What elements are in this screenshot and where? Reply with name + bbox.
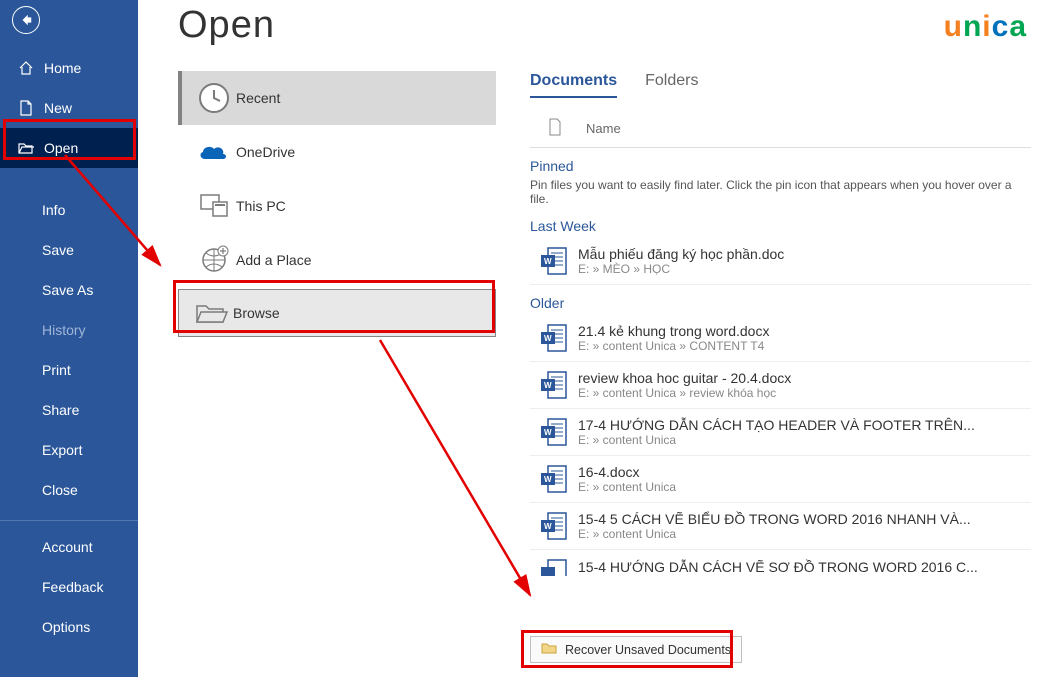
browse-folder-icon — [189, 300, 233, 326]
file-row[interactable]: 15-4 HƯỚNG DẪN CÁCH VẼ SƠ ĐỒ TRONG WORD … — [530, 550, 1031, 584]
file-row[interactable]: W 16-4.docxE: » content Unica — [530, 456, 1031, 503]
doc-icon — [548, 118, 562, 139]
back-arrow-icon — [19, 13, 33, 27]
location-label: This PC — [236, 198, 286, 214]
sidebar-item-print[interactable]: Print — [0, 350, 138, 390]
file-path: E: » content Unica » CONTENT T4 — [578, 339, 1031, 353]
file-path: E: » content Unica — [578, 527, 1031, 541]
file-name: 16-4.docx — [578, 464, 1031, 480]
word-doc-icon — [530, 558, 578, 576]
open-locations-panel: Open Recent OneDrive This PC — [138, 0, 508, 677]
back-button[interactable] — [12, 6, 40, 34]
sidebar-item-account[interactable]: Account — [0, 527, 138, 567]
new-doc-icon — [18, 100, 34, 116]
sidebar-item-home[interactable]: Home — [0, 48, 138, 88]
folder-open-icon — [18, 140, 34, 156]
sidebar-item-new[interactable]: New — [0, 88, 138, 128]
word-doc-icon: W — [530, 246, 578, 276]
sidebar-label: Home — [44, 60, 81, 76]
recover-label: Recover Unsaved Documents — [565, 643, 731, 657]
home-icon — [18, 60, 34, 76]
name-column-header[interactable]: Name — [586, 121, 621, 136]
sidebar-label: Open — [44, 140, 78, 156]
section-lastweek: Last Week — [530, 218, 1031, 234]
addplace-icon — [192, 245, 236, 275]
svg-text:W: W — [544, 381, 552, 390]
file-name: 17-4 HƯỚNG DẪN CÁCH TẠO HEADER VÀ FOOTER… — [578, 417, 1031, 433]
file-name: 15-4 5 CÁCH VẼ BIỂU ĐỒ TRONG WORD 2016 N… — [578, 511, 1031, 527]
tabs: Documents Folders — [530, 72, 1031, 98]
sidebar-item-history[interactable]: History — [0, 310, 138, 350]
sidebar-divider — [0, 520, 138, 521]
file-row[interactable]: W 15-4 5 CÁCH VẼ BIỂU ĐỒ TRONG WORD 2016… — [530, 503, 1031, 550]
file-name: Mẫu phiếu đăng ký học phần.doc — [578, 246, 1031, 262]
tab-folders[interactable]: Folders — [645, 72, 698, 98]
word-doc-icon: W — [530, 511, 578, 541]
file-path: E: » content Unica — [578, 480, 1031, 494]
sidebar-item-options[interactable]: Options — [0, 607, 138, 647]
svg-text:W: W — [544, 475, 552, 484]
section-older: Older — [530, 295, 1031, 311]
clock-icon — [192, 81, 236, 115]
brand-logo: unica — [944, 10, 1027, 44]
sidebar-item-saveas[interactable]: Save As — [0, 270, 138, 310]
file-path: E: » content Unica — [578, 433, 1031, 447]
sidebar-label: New — [44, 100, 72, 116]
file-path: E: » content Unica » review khóa học — [578, 386, 1031, 400]
folder-icon — [541, 641, 557, 658]
file-name: 15-4 HƯỚNG DẪN CÁCH VẼ SƠ ĐỒ TRONG WORD … — [578, 559, 1031, 575]
svg-text:W: W — [544, 334, 552, 343]
sidebar-item-open[interactable]: Open — [0, 128, 138, 168]
location-addplace[interactable]: Add a Place — [178, 233, 496, 287]
word-doc-icon: W — [530, 370, 578, 400]
location-browse[interactable]: Browse — [178, 289, 496, 337]
location-thispc[interactable]: This PC — [178, 179, 496, 233]
file-list-panel: Documents Folders Name Pinned Pin files … — [508, 0, 1039, 677]
sidebar-item-save[interactable]: Save — [0, 230, 138, 270]
sidebar-item-info[interactable]: Info — [0, 190, 138, 230]
file-row[interactable]: W review khoa hoc guitar - 20.4.docxE: »… — [530, 362, 1031, 409]
file-name: 21.4 kẻ khung trong word.docx — [578, 323, 1031, 339]
tab-documents[interactable]: Documents — [530, 72, 617, 98]
page-title: Open — [178, 4, 508, 47]
pinned-help-text: Pin files you want to easily find later.… — [530, 178, 1031, 206]
onedrive-icon — [192, 141, 236, 163]
file-row[interactable]: W 17-4 HƯỚNG DẪN CÁCH TẠO HEADER VÀ FOOT… — [530, 409, 1031, 456]
backstage-sidebar: Home New Open Info Save Save As History … — [0, 0, 138, 677]
location-onedrive[interactable]: OneDrive — [178, 125, 496, 179]
file-row[interactable]: W 21.4 kẻ khung trong word.docxE: » cont… — [530, 315, 1031, 362]
thispc-icon — [192, 192, 236, 220]
sidebar-item-share[interactable]: Share — [0, 390, 138, 430]
location-recent[interactable]: Recent — [178, 71, 496, 125]
location-label: Recent — [236, 90, 280, 106]
location-label: Browse — [233, 305, 280, 321]
recover-unsaved-button[interactable]: Recover Unsaved Documents — [530, 636, 742, 663]
sidebar-item-close[interactable]: Close — [0, 470, 138, 510]
word-doc-icon: W — [530, 323, 578, 353]
location-label: Add a Place — [236, 252, 312, 268]
name-header-row: Name — [530, 118, 1031, 148]
svg-text:W: W — [544, 522, 552, 531]
svg-text:W: W — [544, 428, 552, 437]
sidebar-item-export[interactable]: Export — [0, 430, 138, 470]
sidebar-item-feedback[interactable]: Feedback — [0, 567, 138, 607]
word-doc-icon: W — [530, 417, 578, 447]
svg-text:W: W — [544, 257, 552, 266]
file-row[interactable]: W Mẫu phiếu đăng ký học phần.doc E: » MÈ… — [530, 238, 1031, 285]
location-label: OneDrive — [236, 144, 295, 160]
section-pinned: Pinned — [530, 158, 1031, 174]
file-path: E: » MÈO » HỌC — [578, 262, 1031, 276]
file-name: review khoa hoc guitar - 20.4.docx — [578, 370, 1031, 386]
word-doc-icon: W — [530, 464, 578, 494]
